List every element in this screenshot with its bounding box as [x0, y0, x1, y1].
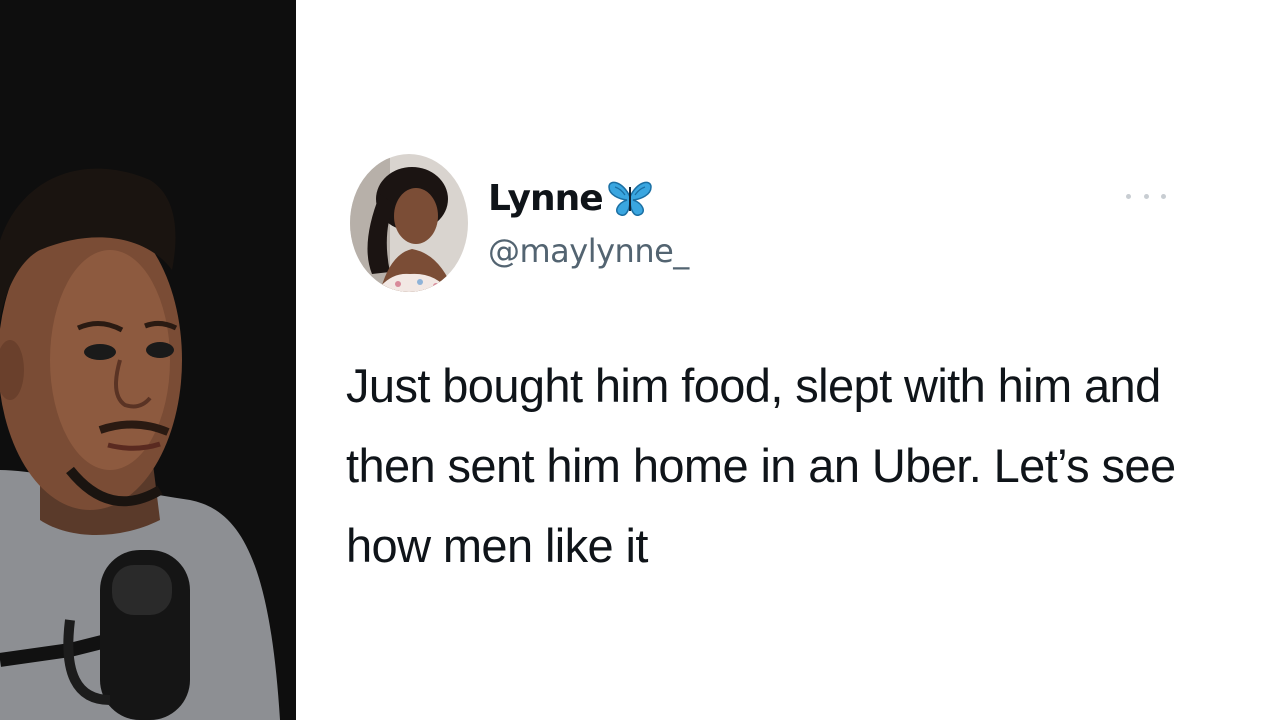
- webcam-panel: [0, 0, 296, 720]
- dot: [1161, 193, 1166, 199]
- avatar-photo: [350, 154, 468, 292]
- tweet-card: Lynne @maylynne_ Just bought him food, s…: [296, 0, 1280, 720]
- display-name-row: Lynne: [488, 170, 655, 226]
- avatar[interactable]: [350, 154, 468, 292]
- tweet-text: Just bought him food, slept with him and…: [346, 359, 1176, 572]
- user-handle[interactable]: @maylynne_: [488, 232, 689, 270]
- dot: [1143, 193, 1149, 199]
- display-name[interactable]: Lynne: [488, 178, 604, 219]
- screen: Lynne @maylynne_ Just bought him food, s…: [0, 0, 1280, 720]
- more-options-icon[interactable]: [1126, 184, 1166, 208]
- butterfly-icon: [605, 173, 655, 223]
- streamer-video: [0, 0, 296, 720]
- dot: [1126, 193, 1131, 199]
